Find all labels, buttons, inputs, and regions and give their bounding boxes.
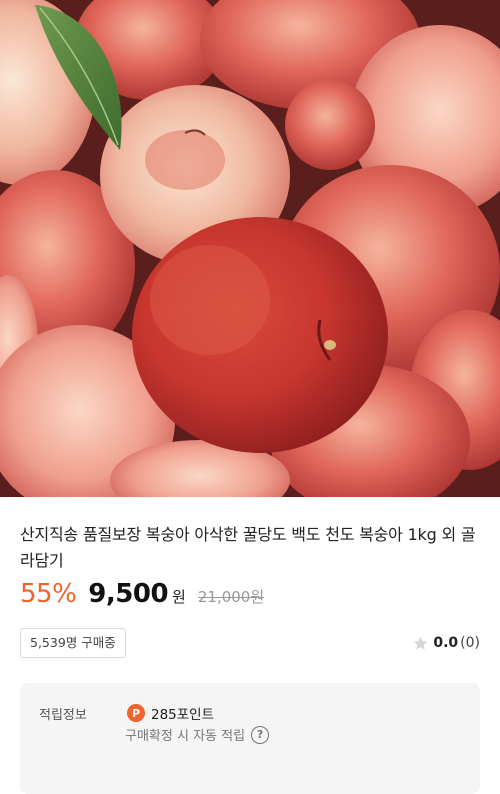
discount-rate: 55% — [20, 579, 77, 609]
reward-points: 285포인트 — [151, 707, 215, 723]
product-title: 산지직송 품질보장 복숭아 아삭한 꿀당도 백도 천도 복숭아 1kg 외 골라… — [20, 525, 476, 570]
help-icon[interactable]: ? — [251, 725, 270, 744]
original-price: 21,000원 — [197, 588, 265, 606]
rating-summary[interactable]: 0.0 (0) — [412, 633, 480, 653]
star-icon — [414, 636, 428, 650]
price-row: 55% 9,500 원 21,000원 — [20, 579, 264, 619]
rating-score: 0.0 — [433, 635, 459, 651]
review-count: (0) — [460, 635, 480, 651]
reward-info-panel: 적립정보 P 285포인트 구매확정 시 자동 적립 ? — [20, 683, 480, 794]
buyers-count-badge: 5,539명 구매중 — [20, 628, 126, 658]
point-icon: P — [127, 704, 145, 722]
currency-unit: 원 — [172, 588, 186, 606]
reward-note-row: 구매확정 시 자동 적립 ? — [125, 725, 270, 744]
reward-note: 구매확정 시 자동 적립 — [125, 729, 246, 744]
sale-price: 9,500 — [88, 579, 169, 609]
reward-points-row: P 285포인트 — [127, 703, 214, 723]
product-image[interactable] — [0, 0, 500, 497]
reward-info-label: 적립정보 — [39, 708, 87, 723]
